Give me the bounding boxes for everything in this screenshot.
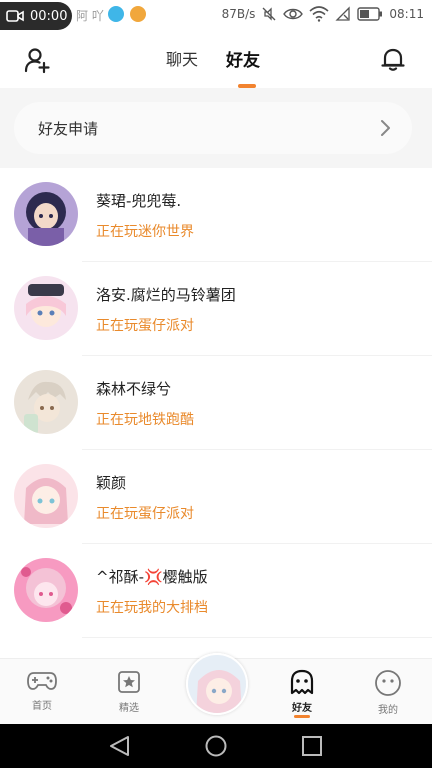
friend-name: 葵珺-兜兜莓.: [96, 192, 182, 210]
friend-name: 森林不绿兮: [96, 380, 172, 398]
eye-icon: [283, 8, 304, 20]
home-icon[interactable]: [204, 735, 228, 757]
bottom-navigation: 首页 精选 好友 我的: [0, 653, 432, 724]
avatar[interactable]: [14, 558, 78, 622]
avatar[interactable]: [14, 370, 78, 434]
friend-activity: 正在玩蛋仔派对: [96, 318, 194, 334]
carrier-label: 阿 吖: [76, 9, 104, 23]
no-signal-icon: [335, 6, 351, 21]
nav-item-friends[interactable]: 好友: [272, 669, 332, 718]
friend-name: ^祁酥-💢樱触版: [96, 568, 208, 586]
friend-request-section: 好友申请: [0, 88, 432, 168]
status-bar: 00:00 阿 吖 87B/s 08:11: [0, 0, 432, 30]
avatar[interactable]: [14, 182, 78, 246]
friend-activity: 正在玩蛋仔派对: [96, 506, 194, 522]
friend-list-item[interactable]: ^祁酥-💢樱触版 正在玩我的大排档: [0, 544, 432, 638]
tab-chat[interactable]: 聊天: [166, 46, 198, 70]
nav-label: 首页: [32, 701, 52, 712]
smiley-icon: [375, 670, 401, 696]
network-speed: 87B/s: [221, 7, 256, 21]
friend-list-item[interactable]: 颖颜 正在玩蛋仔派对: [0, 450, 432, 544]
friend-name: 颖颜: [96, 474, 127, 492]
friend-list-item[interactable]: 葵珺-兜兜莓. 正在玩迷你世界: [0, 168, 432, 262]
friend-activity: 正在玩我的大排档: [96, 600, 208, 616]
star-badge-icon: [118, 671, 140, 693]
recording-time: 00:00: [30, 8, 68, 24]
nav-label: 我的: [378, 705, 398, 716]
recents-icon[interactable]: [300, 735, 324, 757]
nav-label: 精选: [119, 703, 139, 714]
wifi-icon: [309, 6, 329, 22]
app-icon-blue: [108, 6, 124, 22]
divider: [82, 637, 432, 638]
system-status-icons: 87B/s 08:11: [222, 6, 424, 22]
nav-label: 好友: [292, 703, 312, 714]
ghost-icon: [290, 669, 314, 695]
friend-activity: 正在玩迷你世界: [96, 224, 194, 240]
notification-icons: [108, 6, 146, 22]
friend-list-item[interactable]: 森林不绿兮 正在玩地铁跑酷: [0, 356, 432, 450]
silent-icon: [262, 7, 276, 21]
nav-item-home[interactable]: 首页: [12, 669, 72, 712]
avatar[interactable]: [14, 276, 78, 340]
nav-item-mine[interactable]: 我的: [358, 669, 418, 716]
bell-icon[interactable]: [380, 46, 406, 72]
battery-icon: [357, 7, 383, 21]
nav-item-featured[interactable]: 精选: [99, 669, 159, 714]
add-friend-icon[interactable]: [24, 46, 52, 74]
center-avatar-button[interactable]: [186, 653, 248, 715]
friend-request-row[interactable]: 好友申请: [14, 102, 412, 154]
friend-name: 洛安.腐烂的马铃薯团: [96, 286, 236, 304]
chevron-right-icon: [381, 120, 390, 136]
friend-request-label: 好友申请: [38, 120, 99, 138]
video-camera-icon: [6, 10, 24, 22]
app-icon-orange: [130, 6, 146, 22]
clock: 08:11: [389, 7, 424, 21]
system-navigation-bar: [0, 724, 432, 768]
app-header: 聊天 好友: [0, 30, 432, 88]
avatar[interactable]: [14, 464, 78, 528]
friend-activity: 正在玩地铁跑酷: [96, 412, 194, 428]
active-nav-indicator: [294, 715, 310, 718]
friend-list-item[interactable]: 洛安.腐烂的马铃薯团 正在玩蛋仔派对: [0, 262, 432, 356]
gamepad-icon: [27, 672, 57, 690]
back-icon[interactable]: [108, 735, 132, 757]
tab-friends[interactable]: 好友: [226, 46, 260, 71]
screen-recording-indicator[interactable]: 00:00: [0, 2, 72, 30]
friend-list: 葵珺-兜兜莓. 正在玩迷你世界 洛安.腐烂的马铃薯团 正在玩蛋仔派对 森林不绿兮…: [0, 168, 432, 638]
